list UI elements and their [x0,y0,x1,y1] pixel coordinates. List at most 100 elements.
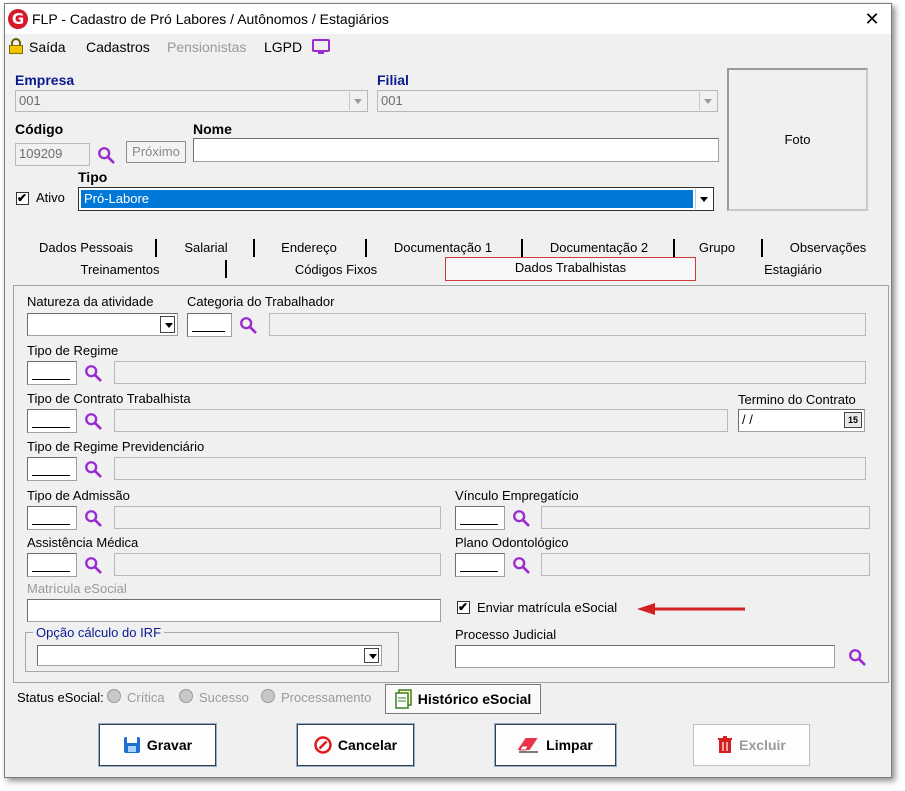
tab-dados-pessoais[interactable]: Dados Pessoais [27,240,145,255]
status-critica-radio [107,689,121,703]
search-icon[interactable] [512,509,530,527]
tab-documentacao-2[interactable]: Documentação 2 [529,240,669,255]
plano-description [541,553,870,576]
tab-salarial[interactable]: Salarial [165,240,247,255]
tab-dados-trabalhistas[interactable]: Dados Trabalhistas [445,260,696,275]
close-button[interactable]: ✕ [859,6,885,32]
regime-prev-description [114,457,866,480]
search-icon[interactable] [97,146,115,164]
plano-label: Plano Odontológico [455,535,569,550]
filial-label: Filial [377,72,409,88]
chevron-down-icon[interactable] [699,92,716,110]
empresa-combo[interactable]: 001 [15,90,368,112]
termino-date-field[interactable]: / / 15 [738,409,865,432]
vinculo-code-field[interactable] [455,506,505,530]
menu-bar: Saída Cadastros Pensionistas LGPD [5,34,891,60]
tab-codigos-fixos[interactable]: Códigos Fixos [231,262,441,277]
search-icon[interactable] [84,460,102,478]
tipo-value: Pró-Labore [81,190,693,208]
termino-value: / / [742,412,753,427]
check-icon: ✔ [17,191,28,205]
status-sucesso-radio [179,689,193,703]
natureza-combo[interactable] [27,313,178,336]
matricula-field[interactable] [27,599,441,622]
monitor-icon[interactable] [312,39,330,54]
tipo-admissao-code-field[interactable] [27,506,77,530]
cancel-icon [314,736,332,754]
search-icon[interactable] [848,648,866,666]
chevron-down-icon[interactable] [695,189,712,209]
categoria-description [269,313,866,336]
save-icon [123,737,140,753]
foto-box[interactable]: Foto [727,68,868,211]
limpar-button[interactable]: Limpar [495,724,616,766]
document-icon [394,689,412,709]
assistencia-label: Assistência Médica [27,535,139,550]
codigo-value: 109209 [19,146,63,161]
tab-estagiario[interactable]: Estagiário [699,262,887,277]
regime-prev-label: Tipo de Regime Previdenciário [27,439,205,454]
tab-separator [521,239,523,257]
regime-prev-code-field[interactable] [27,457,77,481]
tipo-contrato-code-field[interactable] [27,409,77,433]
trash-icon [718,736,733,753]
tab-documentacao-1[interactable]: Documentação 1 [373,240,513,255]
search-icon[interactable] [84,509,102,527]
empresa-value: 001 [19,93,41,108]
search-icon[interactable] [512,556,530,574]
codigo-field[interactable]: 109209 [15,143,90,166]
plano-code-field[interactable] [455,553,505,577]
chevron-down-icon[interactable] [349,92,366,110]
tipo-regime-code-field[interactable] [27,361,77,385]
excluir-button: Excluir [693,724,810,766]
tab-treinamentos[interactable]: Treinamentos [15,262,225,277]
tab-grupo[interactable]: Grupo [681,240,753,255]
historico-label: Histórico eSocial [417,691,532,707]
status-esocial-label: Status eSocial: [17,690,104,705]
menu-pensionistas: Pensionistas [167,39,247,55]
ativo-checkbox[interactable]: ✔ [16,191,29,205]
processo-field[interactable] [455,645,835,668]
irf-combo[interactable] [37,645,382,666]
menu-lgpd[interactable]: LGPD [264,39,302,55]
excluir-label: Excluir [739,737,786,753]
categoria-code-field[interactable] [187,313,232,337]
enviar-matricula-checkbox[interactable]: ✔ [457,600,470,614]
tab-separator [761,239,763,257]
title-bar: G FLP - Cadastro de Pró Labores / Autôno… [5,4,891,34]
nome-field[interactable] [193,138,719,162]
window-title: FLP - Cadastro de Pró Labores / Autônomo… [32,11,389,27]
cancelar-label: Cancelar [337,737,398,753]
tab-observacoes[interactable]: Observações [769,240,887,255]
tipo-label: Tipo [78,169,108,185]
tab-endereco[interactable]: Endereço [259,240,359,255]
tipo-combo[interactable]: Pró-Labore [78,187,714,211]
gravar-label: Gravar [146,737,193,753]
cancelar-button[interactable]: Cancelar [297,724,414,766]
tab-separator [225,260,227,278]
assistencia-description [114,553,441,576]
menu-saida[interactable]: Saída [29,39,66,55]
status-processamento-label: Processamento [281,690,372,705]
categoria-label: Categoria do Trabalhador [187,294,335,309]
status-processamento-radio [261,689,275,703]
irf-label: Opção cálculo do IRF [33,625,165,640]
gravar-button[interactable]: Gravar [99,724,216,766]
assistencia-code-field[interactable] [27,553,77,577]
search-icon[interactable] [84,412,102,430]
calendar-icon[interactable]: 15 [844,412,862,428]
chevron-down-icon[interactable] [160,316,175,333]
tipo-admissao-description [114,506,441,529]
chevron-down-icon[interactable] [364,648,379,663]
status-sucesso-label: Sucesso [199,690,249,705]
tipo-admissao-label: Tipo de Admissão [27,488,130,503]
search-icon[interactable] [239,316,257,334]
search-icon[interactable] [84,364,102,382]
historico-esocial-button[interactable]: Histórico eSocial [385,684,541,714]
processo-label: Processo Judicial [455,627,557,642]
menu-cadastros[interactable]: Cadastros [86,39,150,55]
search-icon[interactable] [84,556,102,574]
proximo-button[interactable]: Próximo [126,141,186,163]
tab-separator [365,239,367,257]
filial-combo[interactable]: 001 [377,90,718,112]
